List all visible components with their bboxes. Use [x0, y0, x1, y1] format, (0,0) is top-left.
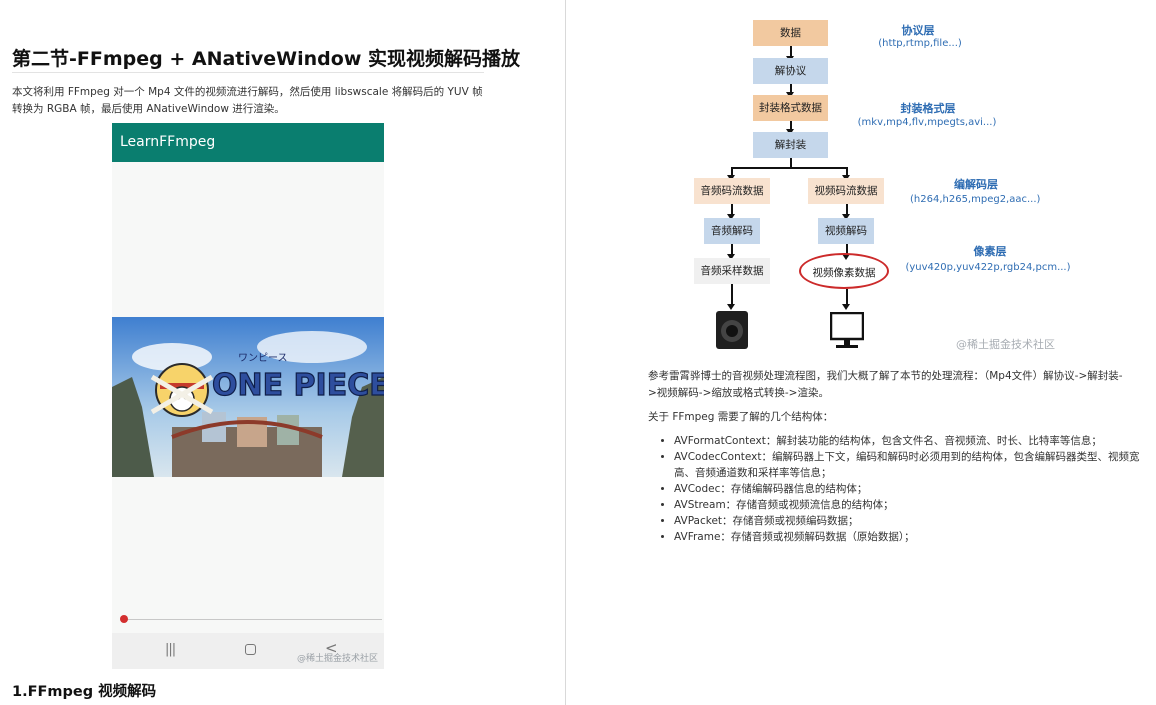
layer-pixel: 像素层 [973, 245, 1007, 258]
layer-protocol: 协议层 [901, 24, 935, 37]
list-item: AVFormatContext：解封装功能的结构体，包含文件名、音视频流、时长、… [674, 433, 1144, 449]
home-icon[interactable] [245, 644, 256, 655]
box-audio-samples: 音频采样数据 [694, 258, 770, 284]
layer-container-sub: (mkv,mp4,flv,mpegts,avi...) [857, 117, 997, 128]
box-audio-decode: 音频解码 [704, 218, 760, 244]
layer-protocol-sub: (http,rtmp,file...) [878, 38, 962, 49]
diagram-watermark: @稀土掘金技术社区 [956, 338, 1055, 351]
list-item: AVFrame：存储音频或视频解码数据（原始数据）； [674, 529, 1144, 545]
system-navbar: ||| < @稀土掘金技术社区 [112, 633, 384, 669]
one-piece-logo-small: ワンピース [238, 352, 288, 364]
layer-container: 封装格式层 [900, 102, 956, 115]
recent-apps-icon[interactable]: ||| [165, 642, 176, 657]
list-item: AVCodecContext：编解码器上下文，编码和解码时必须用到的结构体，包含… [674, 449, 1144, 481]
app-bar-title: LearnFFmpeg [112, 123, 384, 162]
video-frame[interactable]: ONE PIECE ワンピース [112, 317, 384, 477]
av-processing-diagram: 数据 解协议 封装格式数据 解封装 音频码流数据 音频解码 音频采样数据 视频码… [690, 10, 1110, 360]
list-item: AVStream：存储音频或视频流信息的结构体； [674, 497, 1144, 513]
monitor-icon [830, 312, 864, 348]
one-piece-logo: ONE PIECE [212, 368, 384, 403]
layer-codec-sub: (h264,h265,mpeg2,aac...) [910, 194, 1041, 205]
progress-track[interactable] [124, 619, 382, 620]
section-title: 1.FFmpeg 视频解码 [12, 684, 157, 700]
list-item: AVCodec：存储编解码器信息的结构体； [674, 481, 1144, 497]
layer-codec: 编解码层 [954, 178, 998, 191]
arrow-line [731, 284, 733, 306]
flow-description: 参考雷霄骅博士的音视频处理流程图，我们大概了解了本节的处理流程：（Mp4文件）解… [648, 370, 1123, 399]
box-deprotocol: 解协议 [753, 58, 828, 84]
arrowhead [842, 304, 850, 310]
box-demux: 解封装 [753, 132, 828, 158]
list-item: AVPacket：存储音频或视频编码数据； [674, 513, 1144, 529]
box-video-stream: 视频码流数据 [808, 178, 884, 204]
video-image: ONE PIECE ワンピース [112, 317, 384, 477]
intro-paragraph: 本文将利用 FFmpeg 对一个 Mp4 文件的视频流进行解码，然后使用 lib… [12, 86, 483, 115]
title-rule [12, 72, 484, 73]
box-video-decode: 视频解码 [818, 218, 874, 244]
watermark: @稀土掘金技术社区 [297, 654, 379, 664]
phone-screenshot: LearnFFmpeg ONE PIECE ワンピース ||| < @稀土掘金技… [112, 123, 384, 669]
struct-list: AVFormatContext：解封装功能的结构体，包含文件名、音视频流、时长、… [658, 433, 1144, 545]
box-video-pixels: 视频像素数据 [799, 253, 889, 289]
box-data: 数据 [753, 20, 828, 46]
structs-intro: 关于 FFmpeg 需要了解的几个结构体： [648, 411, 834, 423]
page-title: 第二节-FFmpeg + ANativeWindow 实现视频解码播放 [12, 48, 520, 70]
box-audio-stream: 音频码流数据 [694, 178, 770, 204]
page-divider [565, 0, 566, 705]
split-line [731, 167, 847, 169]
box-container-data: 封装格式数据 [753, 95, 828, 121]
progress-thumb[interactable] [120, 615, 128, 623]
speaker-icon [716, 311, 748, 349]
layer-pixel-sub: (yuv420p,yuv422p,rgb24,pcm...) [905, 262, 1071, 273]
